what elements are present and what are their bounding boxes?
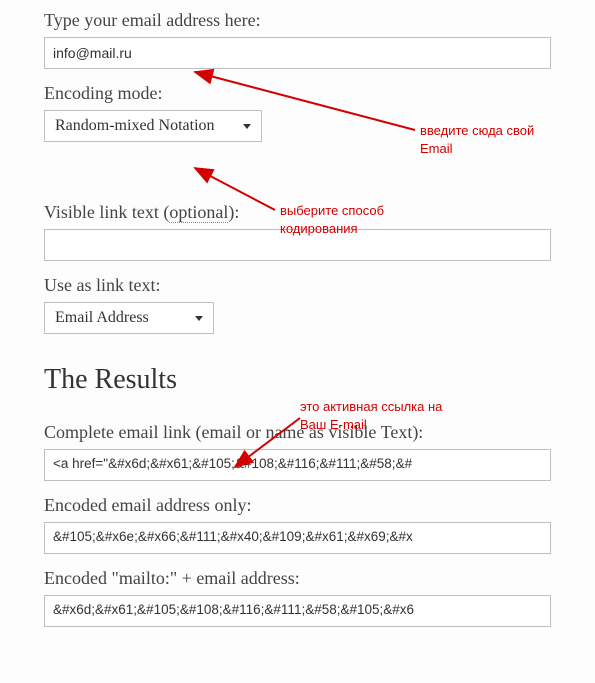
use-as-label: Use as link text: — [44, 275, 551, 296]
visible-link-label-pre: Visible link text ( — [44, 202, 169, 222]
encoding-select[interactable]: Random-mixed Notation — [44, 110, 262, 142]
visible-link-label-optional: optional — [169, 202, 228, 223]
chevron-down-icon — [195, 316, 203, 321]
mailto-output[interactable]: &#x6d;&#x61;&#105;&#108;&#116;&#111;&#58… — [44, 595, 551, 627]
encoding-select-value: Random-mixed Notation — [55, 117, 215, 135]
email-label: Type your email address here: — [44, 10, 551, 31]
mailto-label: Encoded "mailto:" + email address: — [44, 568, 551, 589]
encoded-only-output[interactable]: &#105;&#x6e;&#x66;&#111;&#x40;&#109;&#x6… — [44, 522, 551, 554]
visible-link-label: Visible link text (optional): — [44, 202, 551, 223]
email-input[interactable] — [44, 37, 551, 69]
complete-link-label: Complete email link (email or name as vi… — [44, 422, 551, 443]
use-as-select-value: Email Address — [55, 309, 149, 327]
results-heading: The Results — [44, 364, 551, 396]
visible-link-input[interactable] — [44, 229, 551, 261]
use-as-select[interactable]: Email Address — [44, 302, 214, 334]
complete-link-output[interactable]: <a href="&#x6d;&#x61;&#105;&#108;&#116;&… — [44, 449, 551, 481]
chevron-down-icon — [243, 124, 251, 129]
encoded-only-label: Encoded email address only: — [44, 495, 551, 516]
encoding-label: Encoding mode: — [44, 83, 551, 104]
visible-link-label-post: ): — [228, 202, 239, 222]
